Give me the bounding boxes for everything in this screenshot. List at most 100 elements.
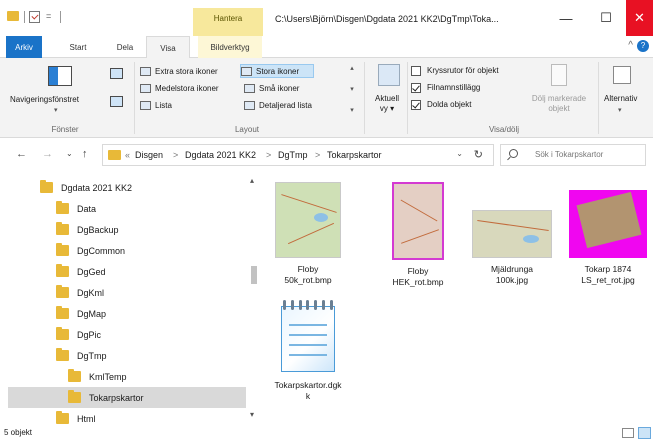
breadcrumb-dgtmp[interactable]: DgTmp [278,150,308,160]
hidden-items-toggle[interactable]: Dolda objekt [411,98,471,111]
tab-dela[interactable]: Dela [108,36,142,58]
tree-item-label: DgPic [77,329,102,340]
customize-quick-access-icon[interactable]: = [46,11,51,21]
tree-item[interactable]: Dgdata 2021 KK2 [40,177,132,198]
preview-pane-icon[interactable] [110,68,123,79]
chevron-down-icon[interactable]: ▾ [350,85,354,93]
checkbox[interactable] [411,82,421,93]
tree-item[interactable]: DgPic [56,324,101,345]
breadcrumb-separator[interactable]: > [266,150,271,160]
layout-extra-large-icons[interactable]: Extra stora ikoner [140,64,218,78]
layout-details[interactable]: Detaljerad lista [244,98,312,112]
title-bar: = Hantera C:\Users\Björn\Disgen\Dgdata 2… [0,0,653,36]
map-thumbnail [569,190,647,258]
folder-icon [7,11,19,21]
tab-arkiv[interactable]: Arkiv [6,36,42,58]
tree-item-label: Dgdata 2021 KK2 [61,182,133,193]
navigation-pane-icon[interactable] [48,66,72,86]
help-icon[interactable]: ? [637,40,649,52]
file-extensions-toggle[interactable]: Filnamnstillägg [411,81,480,94]
extra-large-icons-icon [140,66,151,76]
tree-item-label: Tokarpskartor [89,392,144,403]
tab-bildverktyg[interactable]: Bildverktyg [198,36,262,58]
layout-small-icons[interactable]: Små ikoner [244,81,299,95]
tree-item[interactable]: DgMap [56,303,106,324]
tree-item[interactable]: DgGed [56,261,106,282]
breadcrumb-tokarpskartor[interactable]: Tokarpskartor [327,150,382,160]
breadcrumb-separator[interactable]: > [173,150,178,160]
layout-medium-icons[interactable]: Medelstora ikoner [140,81,219,95]
layout-large-icons[interactable]: Stora ikoner [240,64,315,78]
chevron-up-icon[interactable]: ▴ [350,64,354,72]
close-button[interactable]: ✕ [626,0,653,36]
file-item[interactable]: Floby HEK_rot.bmp [375,172,461,288]
file-item[interactable]: Mjäldrunga 100k.jpg [469,172,555,286]
options-icon[interactable] [613,66,631,84]
breadcrumb-disgen[interactable]: Disgen [135,150,163,160]
breadcrumb-overflow[interactable]: « [125,150,130,160]
breadcrumb-dgdata[interactable]: Dgdata 2021 KK2 [185,150,256,160]
file-item[interactable]: Tokarpskartor.dgk k [265,294,351,402]
large-icons-view-icon[interactable] [638,427,651,439]
breadcrumb-separator[interactable]: > [315,150,320,160]
file-name: Mjäldrunga 100k.jpg [490,264,534,285]
checkbox[interactable] [411,65,421,76]
hide-selected-label: Dölj markerade [531,94,587,103]
item-checkboxes-toggle[interactable]: Kryssrutor för objekt [411,64,499,77]
checkbox-label: Dolda objekt [427,100,472,109]
details-view-icon[interactable] [622,428,634,438]
map-water [314,213,328,222]
tab-start[interactable]: Start [60,36,96,58]
scrollbar-thumb[interactable] [251,266,257,284]
tree-item[interactable]: DgCommon [56,240,125,261]
folder-icon [56,201,69,214]
checkbox[interactable] [411,99,421,110]
navigation-scrollbar[interactable]: ▴ ▾ [246,172,262,425]
chevron-down-icon[interactable]: ▾ [618,106,622,114]
search-input[interactable]: Sök i Tokarpskartor [500,144,646,166]
file-item[interactable]: Tokarp 1874 LS_ret_rot.jpg [565,172,651,286]
collapse-ribbon-icon[interactable]: ^ [628,40,633,51]
navigation-pane[interactable]: Dgdata 2021 KK2 Data DgBackup DgCommon D… [0,172,262,425]
properties-check-icon[interactable] [29,11,40,23]
file-name: Tokarp 1874 LS_ret_rot.jpg [581,264,635,285]
chevron-down-icon[interactable]: ▾ [54,106,58,114]
address-bar[interactable]: « Disgen > Dgdata 2021 KK2 > DgTmp > Tok… [102,144,494,166]
refresh-icon[interactable]: ↻ [474,148,483,161]
ribbon-tabs: Arkiv Start Dela Visa Bildverktyg ^ ? [0,36,653,59]
recent-locations-button[interactable]: ⌄ [66,149,73,158]
tab-visa[interactable]: Visa [146,36,190,59]
details-pane-icon[interactable] [110,96,123,107]
map-road [477,219,549,232]
tree-item[interactable]: KmlTemp [68,366,127,387]
up-button[interactable]: ↑ [82,148,88,160]
forward-button[interactable]: → [42,148,53,160]
options-button[interactable]: Alternativ [604,94,637,103]
chevron-up-icon[interactable]: ▴ [250,176,254,185]
tree-item-label: DgBackup [77,224,119,235]
current-view-button[interactable]: Aktuell vy ▾ [370,94,404,114]
layout-item-label: Stora ikoner [256,66,300,76]
maximize-button[interactable]: ☐ [586,0,626,36]
tree-item[interactable]: DgBackup [56,219,119,240]
current-view-icon[interactable] [378,64,400,86]
more-icon[interactable]: ▾ [350,106,354,114]
notepad-line [289,344,327,346]
layout-gallery-scroll[interactable]: ▴ ▾ ▾ [347,64,357,114]
back-button[interactable]: ← [16,148,27,160]
tree-item-selected[interactable]: Tokarpskartor [8,387,246,408]
chevron-down-icon[interactable]: ▾ [250,410,254,419]
layout-item-label: Detaljerad lista [259,100,312,110]
tree-item[interactable]: DgKml [56,282,104,303]
address-dropdown-icon[interactable]: ⌄ [456,149,463,158]
minimize-button[interactable]: — [546,0,586,36]
tree-item[interactable]: Data [56,198,96,219]
notepad-page [281,306,335,372]
tree-item[interactable]: DgTmp [56,345,107,366]
search-icon [509,149,518,158]
file-item[interactable]: Floby 50k_rot.bmp [265,172,351,286]
tab-hantera[interactable]: Hantera [193,8,263,36]
navigation-pane-button[interactable]: Navigeringsfönstret [10,95,79,104]
divider [24,11,25,23]
layout-list[interactable]: Lista [140,98,172,112]
